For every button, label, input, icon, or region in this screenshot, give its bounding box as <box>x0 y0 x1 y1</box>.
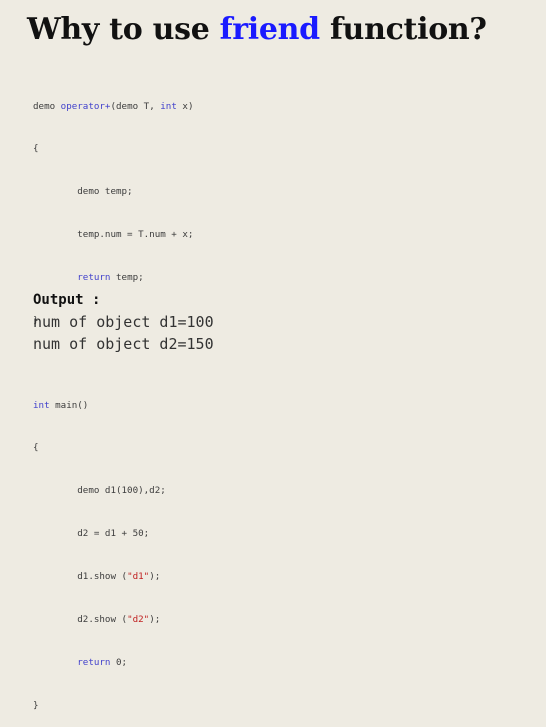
code-token: } <box>33 699 39 711</box>
code-line: { <box>33 441 193 455</box>
code-line: { <box>33 142 193 156</box>
title-suffix: function? <box>319 12 487 47</box>
output-line-1: num of object d1=100 <box>33 313 214 331</box>
code-line: } <box>33 699 193 713</box>
code-line: d1.show ("d1"); <box>33 570 193 584</box>
output-line-2: num of object d2=150 <box>33 335 214 353</box>
code-keyword: int <box>33 399 50 411</box>
code-token: { <box>33 143 39 155</box>
code-line: int main() <box>33 399 193 413</box>
code-token: { <box>33 442 39 454</box>
code-keyword: return <box>77 272 111 284</box>
code-token: ); <box>149 613 161 625</box>
code-line: demo operator+(demo T, int x) <box>33 100 193 114</box>
code-token: main() <box>49 399 89 411</box>
code-token: temp.num = T.num + x; <box>77 229 194 241</box>
code-token: demo <box>33 100 61 112</box>
code-token: 0; <box>110 656 128 668</box>
code-token: d1.show ( <box>77 571 128 583</box>
code-line: d2.show ("d2"); <box>33 613 193 627</box>
code-token: d2.show ( <box>77 613 128 625</box>
code-token: demo d1(100),d2; <box>77 485 166 497</box>
code-line: return temp; <box>33 271 193 285</box>
code-token: (demo T, <box>110 100 161 112</box>
code-keyword: return <box>77 656 111 668</box>
code-token: d2 = d1 + 50; <box>77 528 150 540</box>
code-line: demo temp; <box>33 185 193 199</box>
code-string: "d2" <box>127 613 150 625</box>
code-line: temp.num = T.num + x; <box>33 228 193 242</box>
slide-title: Why to use friend function? <box>27 12 487 47</box>
code-line: d2 = d1 + 50; <box>33 527 193 541</box>
code-token: temp; <box>110 272 144 284</box>
code-keyword: operator+ <box>60 100 111 112</box>
title-prefix: Why to use <box>27 12 220 47</box>
code-token: ); <box>149 571 161 583</box>
code-line: return 0; <box>33 656 193 670</box>
code-keyword: int <box>160 100 177 112</box>
code-token: demo temp; <box>77 186 133 198</box>
code-token: x) <box>176 100 194 112</box>
code-line: demo d1(100),d2; <box>33 484 193 498</box>
output-label: Output : <box>33 292 101 308</box>
code-block: demo operator+(demo T, int x) { demo tem… <box>33 71 193 727</box>
code-string: "d1" <box>127 571 150 583</box>
title-keyword: friend <box>219 12 320 47</box>
